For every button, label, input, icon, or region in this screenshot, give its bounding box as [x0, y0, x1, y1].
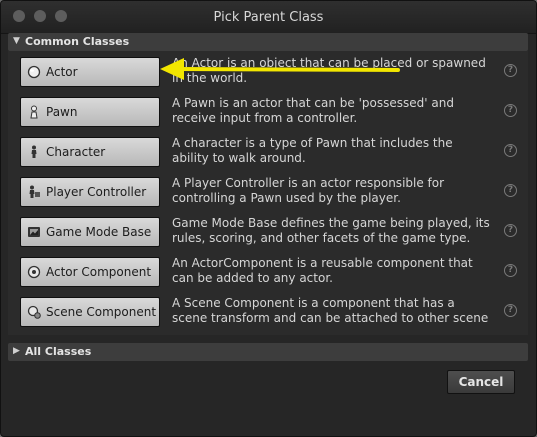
- help-icon[interactable]: ?: [504, 264, 517, 277]
- help-icon[interactable]: ?: [504, 144, 517, 157]
- title-bar: Pick Parent Class: [1, 1, 536, 34]
- class-row-actor: Actor An Actor is an object that can be …: [20, 56, 520, 91]
- scene-component-description: A Scene Component is a component that ha…: [172, 296, 489, 325]
- scene-component-button-label: Scene Component: [46, 305, 157, 319]
- common-classes-list: Actor An Actor is an object that can be …: [8, 51, 528, 335]
- player-controller-icon: [29, 185, 40, 198]
- game-mode-base-button[interactable]: Game Mode Base: [20, 217, 160, 247]
- actor-description: An Actor is an object that can be placed…: [172, 56, 486, 85]
- common-classes-header[interactable]: ▼ Common Classes: [8, 33, 528, 51]
- cancel-button[interactable]: Cancel: [447, 370, 515, 394]
- scene-component-button[interactable]: Scene Component: [20, 297, 160, 327]
- help-icon[interactable]: ?: [504, 64, 517, 77]
- collapsed-arrow-icon: ▶: [13, 346, 20, 356]
- game-mode-base-description: Game Mode Base defines the game being pl…: [172, 216, 490, 245]
- pawn-icon: [30, 105, 38, 119]
- help-icon[interactable]: ?: [504, 304, 517, 317]
- character-description: A character is a type of Pawn that inclu…: [172, 136, 453, 165]
- actor-component-icon: [27, 265, 41, 279]
- pawn-description: A Pawn is an actor that can be 'possesse…: [172, 96, 454, 125]
- class-row-character: Character A character is a type of Pawn …: [20, 136, 520, 171]
- class-row-player-controller: Player Controller A Player Controller is…: [20, 176, 520, 211]
- all-classes-header[interactable]: ▶ All Classes: [8, 343, 528, 361]
- character-button[interactable]: Character: [20, 137, 160, 167]
- pawn-button[interactable]: Pawn: [20, 97, 160, 127]
- actor-component-description: An ActorComponent is a reusable componen…: [172, 256, 473, 285]
- class-row-game-mode-base: Game Mode Base Game Mode Base defines th…: [20, 216, 520, 251]
- actor-component-button-label: Actor Component: [46, 265, 152, 279]
- game-mode-base-button-label: Game Mode Base: [46, 225, 152, 239]
- class-row-actor-component: Actor Component An ActorComponent is a r…: [20, 256, 520, 291]
- all-classes-label: All Classes: [25, 345, 92, 358]
- character-button-label: Character: [46, 145, 106, 159]
- class-row-pawn: Pawn A Pawn is an actor that can be 'pos…: [20, 96, 520, 131]
- class-row-scene-component: Scene Component A Scene Component is a c…: [20, 296, 520, 331]
- help-icon[interactable]: ?: [504, 224, 517, 237]
- expanded-arrow-icon: ▼: [13, 36, 20, 46]
- actor-button-label: Actor: [46, 65, 78, 79]
- help-icon[interactable]: ?: [504, 184, 517, 197]
- scene-component-icon: [27, 305, 41, 319]
- pawn-button-label: Pawn: [46, 105, 78, 119]
- common-classes-label: Common Classes: [25, 35, 130, 48]
- actor-component-button[interactable]: Actor Component: [20, 257, 160, 287]
- player-controller-button-label: Player Controller: [46, 185, 147, 199]
- player-controller-button[interactable]: Player Controller: [20, 177, 160, 207]
- actor-icon: [27, 65, 41, 79]
- help-icon[interactable]: ?: [504, 104, 517, 117]
- pick-parent-class-dialog: Pick Parent Class ▼ Common Classes Actor…: [0, 0, 537, 437]
- dialog-title: Pick Parent Class: [213, 10, 324, 25]
- game-mode-icon: [28, 227, 40, 237]
- player-controller-description: A Player Controller is an actor responsi…: [172, 176, 445, 205]
- character-icon: [31, 145, 37, 158]
- actor-button[interactable]: Actor: [20, 57, 160, 87]
